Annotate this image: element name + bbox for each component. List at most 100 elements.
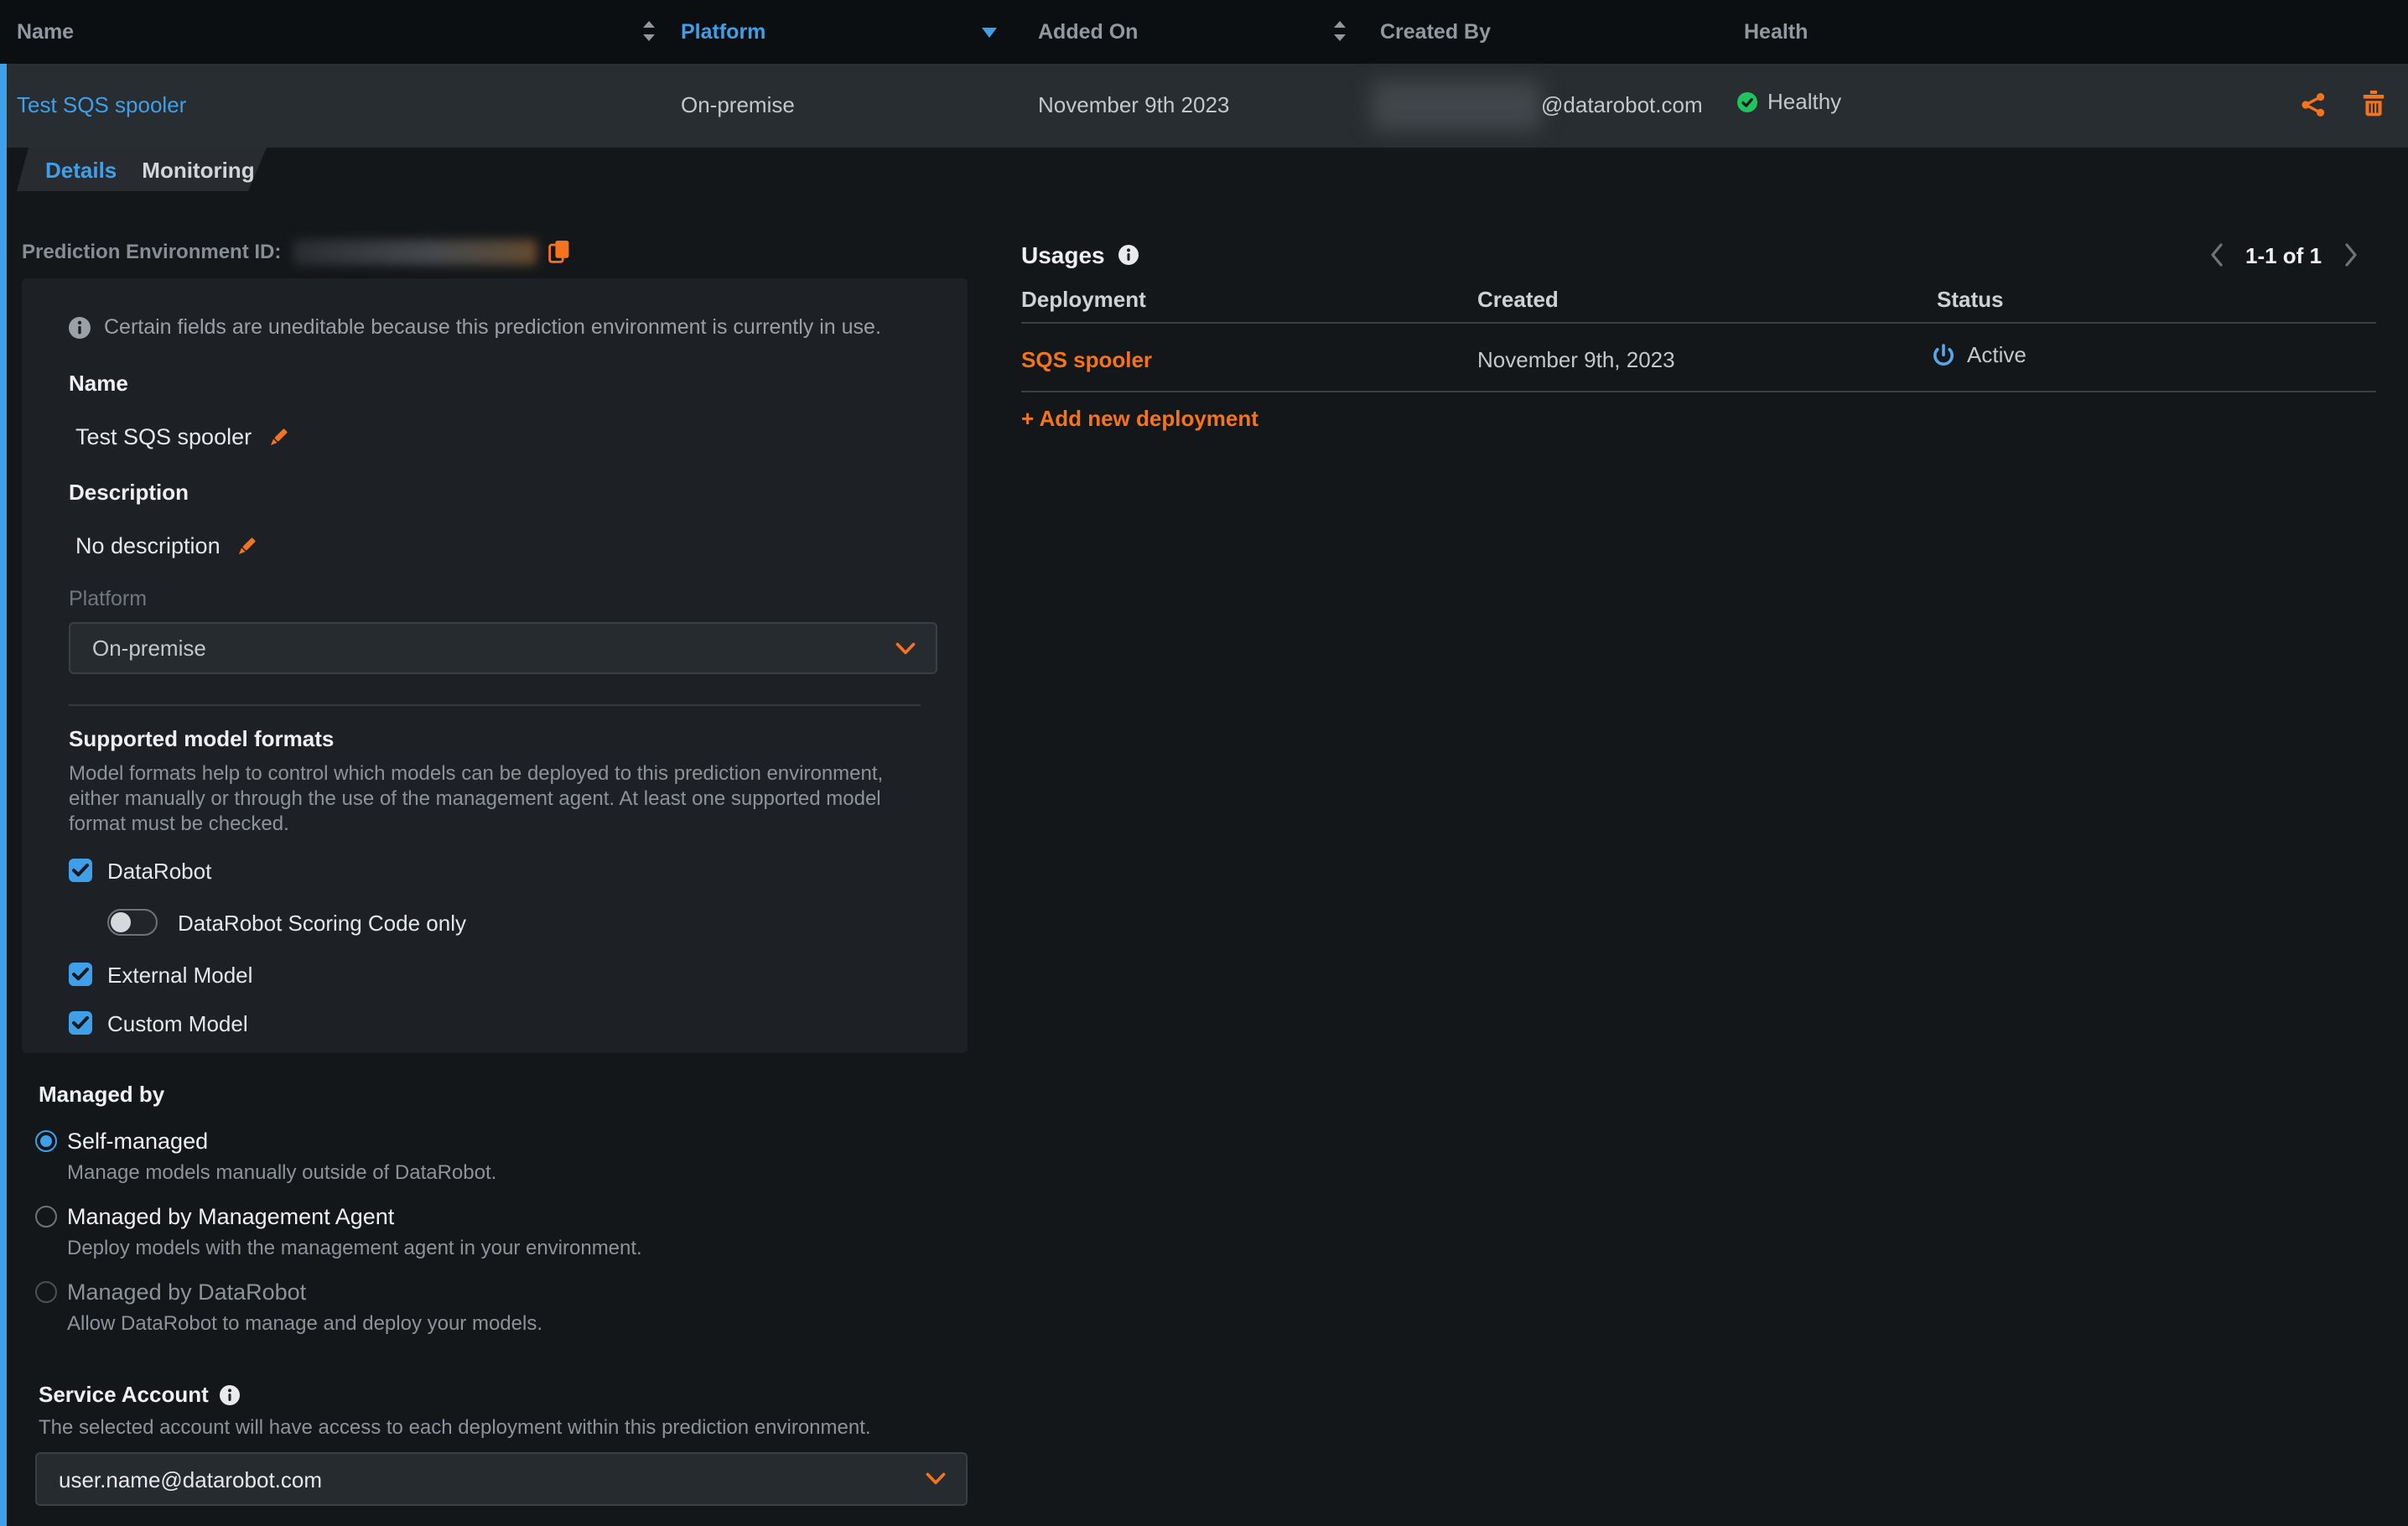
radio-label[interactable]: Managed by Management Agent — [67, 1203, 394, 1228]
environment-id-redacted — [293, 239, 536, 264]
checkbox-checked-icon[interactable] — [69, 963, 92, 986]
caret-down-icon[interactable] — [981, 27, 998, 39]
radio-management-agent[interactable]: Managed by Management Agent — [35, 1204, 642, 1228]
name-value-row: Test SQS spooler — [75, 424, 921, 449]
radio-label: Managed by DataRobot — [67, 1279, 306, 1304]
column-header-name[interactable]: Name — [17, 20, 74, 44]
details-card: Certain fields are uneditable because th… — [22, 278, 968, 1053]
environment-id-label: Prediction Environment ID: — [22, 240, 281, 263]
info-icon[interactable] — [1118, 244, 1139, 264]
description-value-row: No description — [75, 533, 921, 558]
environment-platform: On-premise — [681, 92, 795, 117]
column-header-health: Health — [1744, 20, 1808, 44]
service-account-section: Service Account The selected account wil… — [35, 1382, 968, 1506]
chevron-down-icon — [926, 1472, 946, 1486]
checkbox-checked-icon[interactable] — [69, 859, 92, 882]
radio-dot — [40, 1134, 52, 1146]
created-by-redacted — [1372, 80, 1541, 131]
supported-formats-title: Supported model formats — [69, 726, 921, 751]
detail-tabs: Details Monitoring — [17, 148, 268, 191]
toggle-knob — [111, 912, 131, 932]
health-badge: Healthy — [1737, 89, 1841, 114]
share-icon[interactable] — [2301, 92, 2326, 117]
managed-by-title: Managed by — [39, 1082, 642, 1107]
service-account-select[interactable]: user.name@datarobot.com — [35, 1452, 968, 1506]
edit-pencil-icon[interactable] — [267, 425, 290, 449]
add-new-deployment-link[interactable]: + Add new deployment — [1021, 406, 1258, 431]
service-account-value: user.name@datarobot.com — [59, 1466, 322, 1492]
checkbox-label[interactable]: DataRobot — [107, 858, 211, 883]
health-label: Healthy — [1767, 89, 1841, 114]
selected-row-accent-bar — [0, 64, 7, 1526]
service-account-help: The selected account will have access to… — [39, 1415, 968, 1437]
scoring-code-toggle-row: DataRobot Scoring Code only — [107, 909, 921, 936]
chevron-right-icon[interactable] — [2343, 243, 2357, 267]
trash-icon[interactable] — [2363, 91, 2385, 117]
supported-formats-help: Model formats help to control which mode… — [69, 761, 921, 837]
chevron-left-icon[interactable] — [2210, 243, 2224, 267]
checkbox-label[interactable]: External Model — [107, 962, 252, 987]
radio-description: Allow DataRobot to manage and deploy you… — [67, 1311, 642, 1333]
platform-select[interactable]: On-premise — [69, 622, 937, 674]
copy-icon[interactable] — [548, 240, 569, 263]
checkbox-label[interactable]: Custom Model — [107, 1010, 248, 1036]
usages-column-status: Status — [1937, 287, 2003, 312]
deployment-link[interactable]: SQS spooler — [1021, 347, 1152, 372]
platform-select-value: On-premise — [92, 636, 206, 661]
deployment-created: November 9th, 2023 — [1477, 347, 1675, 372]
divider — [1021, 391, 2376, 392]
radio-managed-by-datarobot: Managed by DataRobot — [35, 1279, 642, 1303]
service-account-title: Service Account — [39, 1382, 209, 1407]
uneditable-notice-text: Certain fields are uneditable because th… — [104, 315, 881, 339]
environment-id-row: Prediction Environment ID: — [22, 238, 569, 265]
power-status-icon — [1932, 343, 1955, 366]
radio-description: Deploy models with the management agent … — [67, 1236, 642, 1258]
tab-details[interactable]: Details — [45, 157, 117, 182]
page-count: 1-1 of 1 — [2245, 242, 2322, 267]
toggle-off-switch[interactable] — [107, 909, 158, 936]
usages-header: Usages — [1021, 240, 1139, 268]
chevron-down-icon — [895, 641, 916, 655]
edit-pencil-icon[interactable] — [236, 534, 259, 558]
column-header-created-by: Created By — [1380, 20, 1491, 44]
environment-row[interactable]: Test SQS spooler On-premise November 9th… — [0, 64, 2408, 148]
info-icon[interactable] — [221, 1384, 241, 1404]
radio-label[interactable]: Self-managed — [67, 1128, 208, 1153]
checkbox-checked-icon[interactable] — [69, 1011, 92, 1035]
toggle-label[interactable]: DataRobot Scoring Code only — [178, 910, 466, 935]
column-header-added-on[interactable]: Added On — [1038, 20, 1138, 44]
divider — [69, 704, 921, 706]
sort-icon[interactable] — [1330, 20, 1350, 42]
uneditable-notice: Certain fields are uneditable because th… — [69, 314, 921, 340]
radio-description: Manage models manually outside of DataRo… — [67, 1160, 642, 1182]
platform-label: Platform — [69, 587, 921, 610]
info-icon[interactable] — [69, 316, 91, 338]
status-label: Active — [1967, 342, 2027, 367]
divider — [1021, 322, 2376, 324]
description-value: No description — [75, 533, 221, 558]
checkbox-row-datarobot[interactable]: DataRobot — [69, 859, 921, 882]
radio-disabled-icon — [35, 1280, 57, 1302]
service-account-title-row: Service Account — [39, 1382, 968, 1407]
radio-unselected-icon[interactable] — [35, 1205, 57, 1227]
column-header-platform[interactable]: Platform — [681, 20, 765, 44]
usages-column-deployment: Deployment — [1021, 287, 1146, 312]
health-check-icon — [1737, 91, 1757, 112]
usages-title: Usages — [1021, 241, 1105, 267]
environment-name-link[interactable]: Test SQS spooler — [17, 92, 186, 117]
radio-self-managed[interactable]: Self-managed — [35, 1129, 642, 1152]
radio-selected-icon[interactable] — [35, 1129, 57, 1151]
description-label: Description — [69, 480, 921, 505]
checkbox-row-external-model[interactable]: External Model — [69, 963, 921, 986]
prediction-environment-page: Name Platform Added On Created By Health… — [0, 0, 2408, 1526]
environment-added-on: November 9th 2023 — [1038, 92, 1229, 117]
deployment-status: Active — [1932, 342, 2027, 367]
checkbox-row-custom-model[interactable]: Custom Model — [69, 1011, 921, 1035]
name-value: Test SQS spooler — [75, 424, 252, 449]
usages-pagination: 1-1 of 1 — [2210, 241, 2357, 268]
tab-monitoring[interactable]: Monitoring — [142, 157, 254, 182]
sort-icon[interactable] — [639, 20, 659, 42]
created-by-domain: @datarobot.com — [1541, 92, 1703, 117]
name-label: Name — [69, 371, 921, 396]
environments-table-header: Name Platform Added On Created By Health — [0, 0, 2408, 64]
